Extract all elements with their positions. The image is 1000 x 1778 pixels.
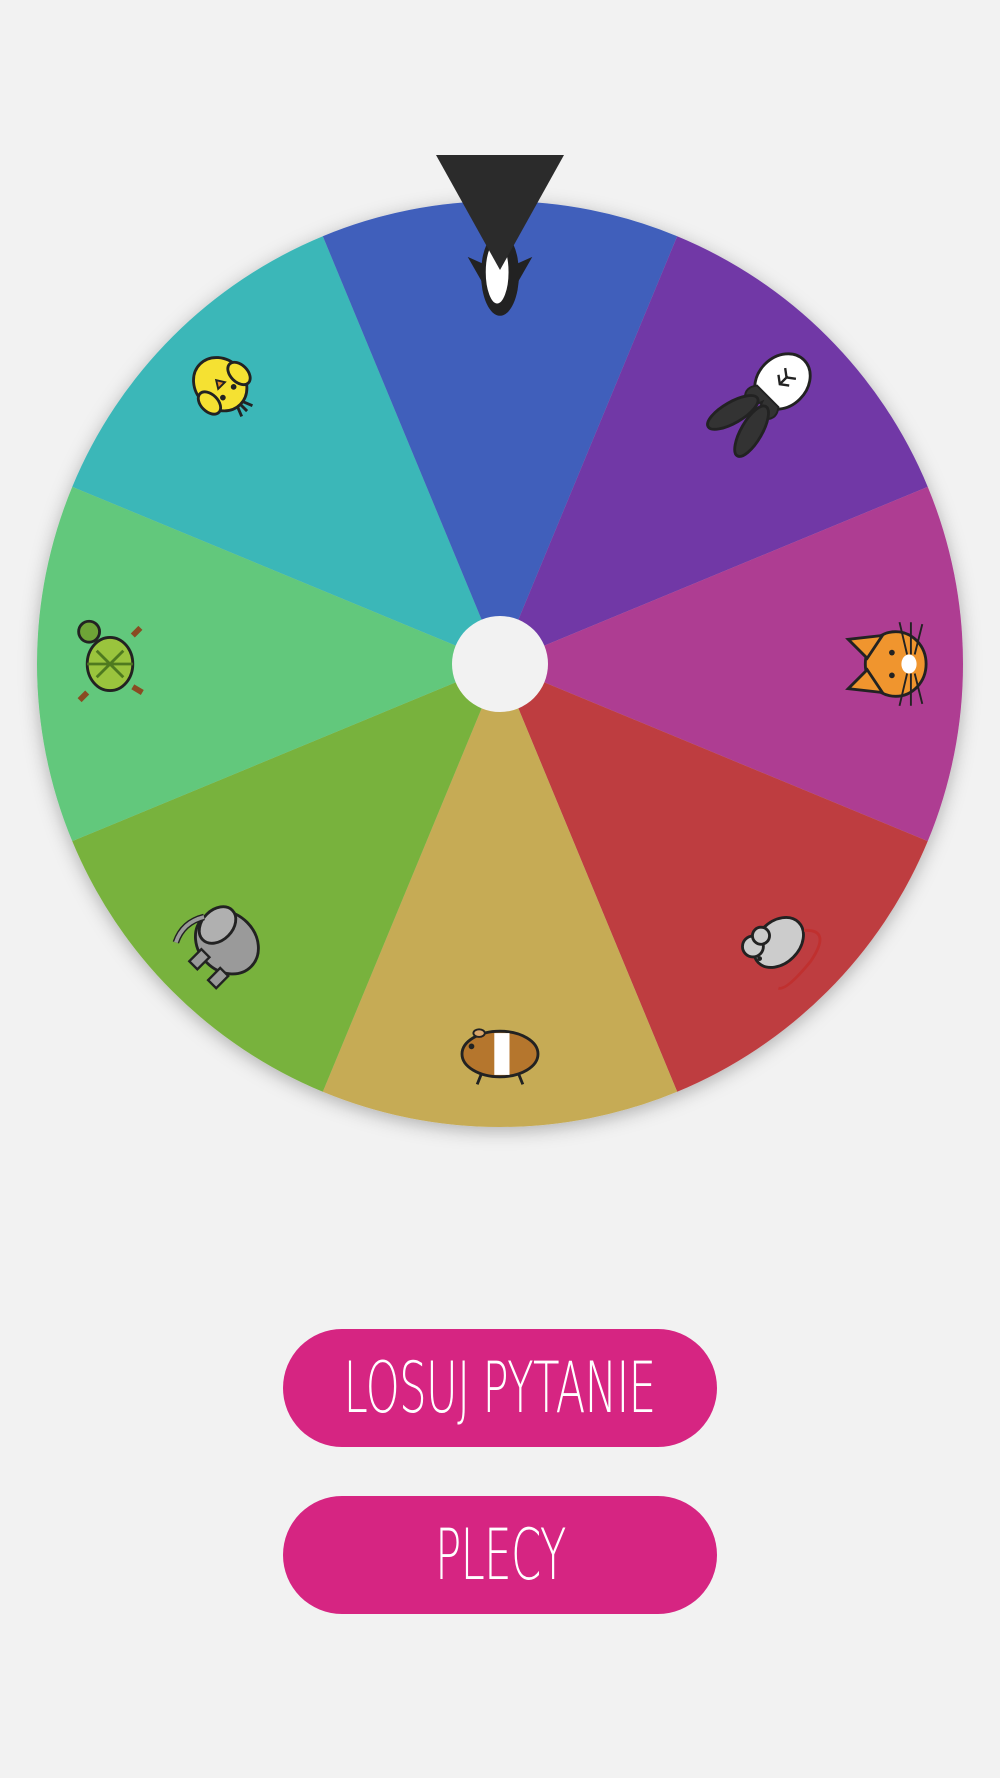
wheel-hub	[452, 616, 548, 712]
back-label: PLECY	[434, 1514, 566, 1596]
spinner-page: LOSUJ PYTANIE PLECY	[0, 0, 1000, 1778]
draw-question-button[interactable]: LOSUJ PYTANIE	[283, 1329, 717, 1447]
back-button[interactable]: PLECY	[283, 1496, 717, 1614]
draw-question-label: LOSUJ PYTANIE	[344, 1347, 657, 1429]
prize-wheel[interactable]	[0, 0, 1000, 1200]
